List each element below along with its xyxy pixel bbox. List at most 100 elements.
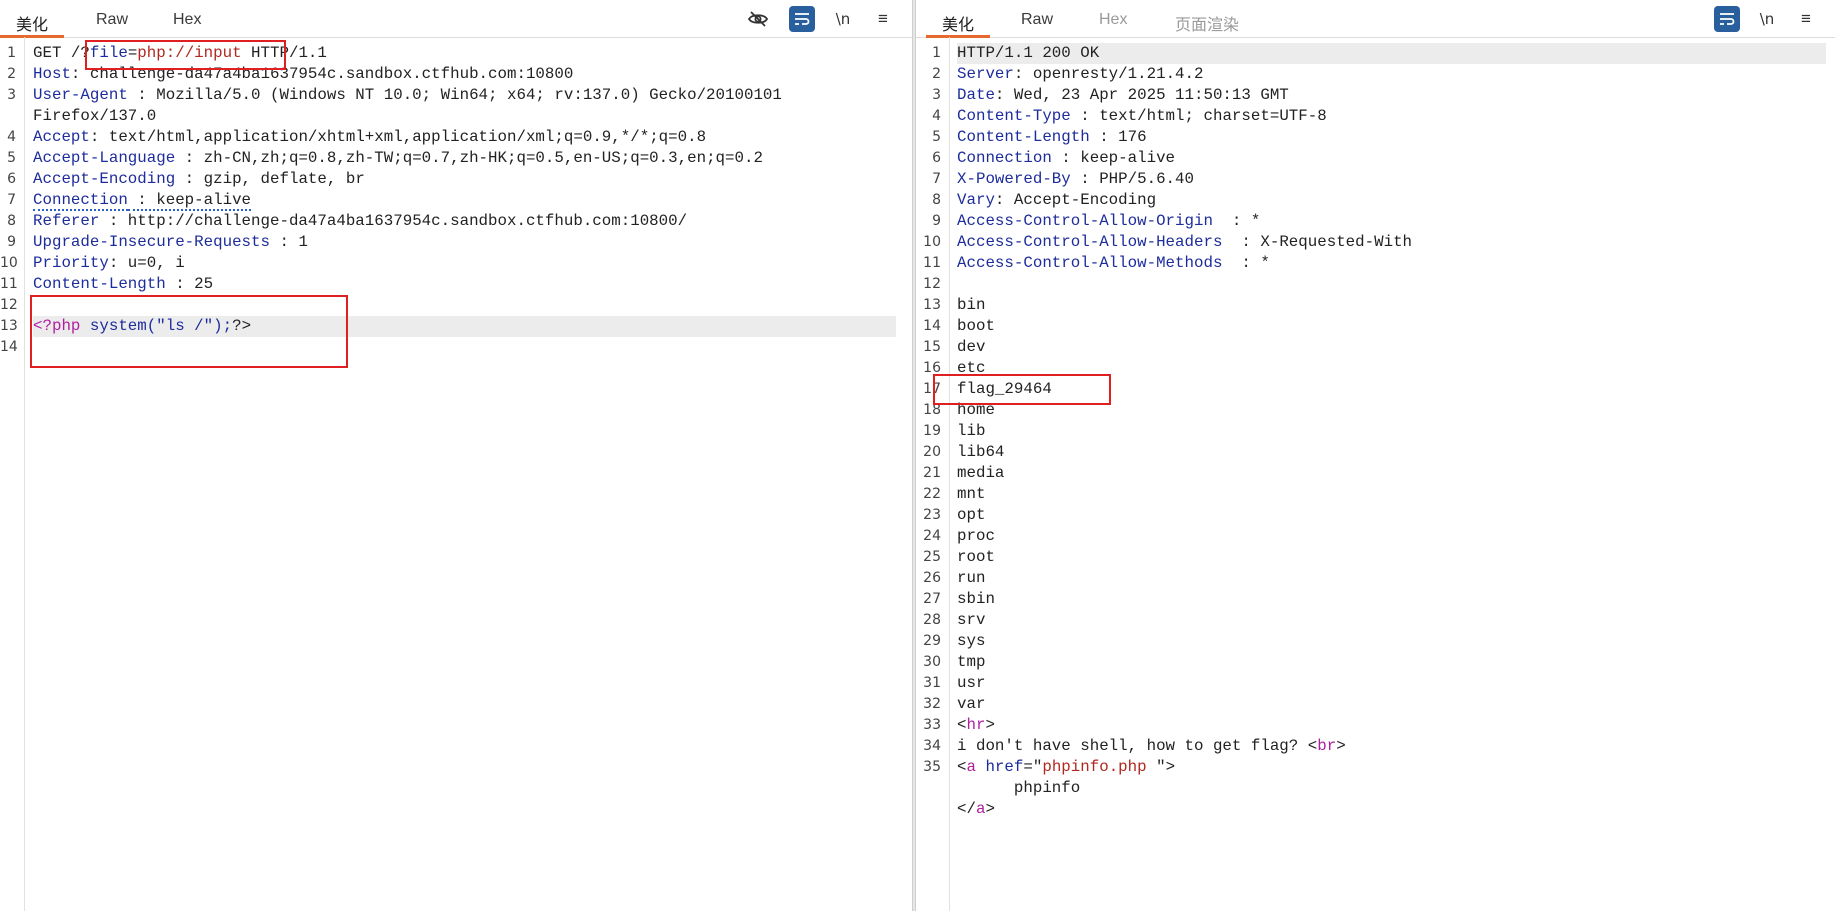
directory-name: etc <box>957 359 986 377</box>
line-number: 13 <box>923 297 941 313</box>
html-tag: hr <box>966 716 986 734</box>
header-value: : * <box>1222 254 1270 272</box>
response-header-line: Content-Length : 176 <box>957 127 1147 148</box>
directory-name: flag_29464 <box>957 380 1052 398</box>
directory-entry: mnt <box>957 484 985 505</box>
directory-name: home <box>957 401 995 419</box>
line-number: 19 <box>923 423 941 439</box>
directory-entry: sys <box>957 631 985 652</box>
directory-entry: usr <box>957 673 985 694</box>
response-tab-render[interactable]: 页面渲染 <box>1175 11 1239 35</box>
response-editor[interactable]: HTTP/1.1 200 OK Server: openresty/1.21.4.… <box>957 37 1835 911</box>
line-number: 28 <box>923 612 941 628</box>
response-tab-pretty[interactable]: 美化 <box>925 11 991 38</box>
line-number: 21 <box>923 465 941 481</box>
response-tab-hex[interactable]: Hex <box>1099 11 1127 29</box>
directory-name: usr <box>957 674 986 692</box>
line-number: 4 <box>7 129 16 145</box>
line-number: 35 <box>923 759 941 775</box>
html-punct: > <box>1336 737 1346 755</box>
directory-entry: srv <box>957 610 985 631</box>
html-line: </a> <box>957 799 995 820</box>
line-number: 17 <box>923 381 941 397</box>
header-value: : keep-alive <box>1051 149 1176 167</box>
response-header-line: Connection : keep-alive <box>957 148 1175 169</box>
status-text: HTTP/1.1 200 OK <box>957 44 1100 62</box>
directory-entry: opt <box>957 505 985 526</box>
line-number: 33 <box>923 717 941 733</box>
directory-name: media <box>957 464 1005 482</box>
request-line: GET /?file=php://input HTTP/1.1 <box>33 44 327 62</box>
line-number: 25 <box>923 549 941 565</box>
header-value: : PHP/5.6.40 <box>1070 170 1195 188</box>
line-number: 26 <box>923 570 941 586</box>
line-number: 7 <box>932 171 941 187</box>
line-number: 11 <box>0 276 18 292</box>
request-tab-hex[interactable]: Hex <box>173 11 201 29</box>
header-value: : Wed, 23 Apr 2025 11:50:13 GMT <box>994 86 1289 104</box>
line-number: 10 <box>923 234 941 250</box>
header-line: Host: challenge-da47a4ba1637954c.sandbox… <box>33 65 574 83</box>
line-number: 14 <box>0 339 18 355</box>
directory-entry: run <box>957 568 985 589</box>
response-header-line: Vary: Accept-Encoding <box>957 190 1156 211</box>
header-key: Access-Control-Allow-Headers <box>957 233 1223 251</box>
newline-icon[interactable]: \n <box>1754 6 1780 32</box>
directory-entry: bin <box>957 295 985 316</box>
line-number: 34 <box>923 738 941 754</box>
line-number: 8 <box>7 213 16 229</box>
header-line: Content-Length : 25 <box>33 275 214 293</box>
header-line: Upgrade-Insecure-Requests : 1 <box>33 233 308 251</box>
request-tab-pretty[interactable]: 美化 <box>0 11 65 38</box>
menu-icon[interactable]: ≡ <box>870 6 896 32</box>
html-punct: "> <box>1146 758 1176 776</box>
response-tab-raw[interactable]: Raw <box>1021 11 1053 29</box>
html-line: i don't have shell, how to get flag? <br… <box>957 736 1346 757</box>
directory-entry: proc <box>957 526 995 547</box>
wrap-icon[interactable] <box>1714 6 1740 32</box>
directory-name: proc <box>957 527 995 545</box>
menu-icon[interactable]: ≡ <box>1793 6 1819 32</box>
query-param-value: php://input <box>137 44 242 62</box>
line-number: 32 <box>923 696 941 712</box>
directory-name: root <box>957 548 995 566</box>
directory-entry: var <box>957 694 985 715</box>
line-number: 13 <box>0 318 18 334</box>
header-line: Accept: text/html,application/xhtml+xml,… <box>33 128 707 146</box>
directory-entry: tmp <box>957 652 985 673</box>
line-number: 14 <box>923 318 941 334</box>
request-pane: 美化 Raw Hex \n ≡ 1 2 3 4 5 6 7 8 9 10 11 … <box>0 0 913 911</box>
line-number: 3 <box>932 87 941 103</box>
line-number: 2 <box>932 66 941 82</box>
line-number: 16 <box>923 360 941 376</box>
response-gutter: 1 2 3 4 5 6 7 8 9 10 11 12 13 14 15 16 17 18 19 20 21 22 23 24 2… <box>916 37 950 911</box>
directory-name: mnt <box>957 485 986 503</box>
line-number: 24 <box>923 528 941 544</box>
line-number: 31 <box>923 675 941 691</box>
line-number: 6 <box>932 150 941 166</box>
eye-off-icon[interactable] <box>745 6 771 32</box>
directory-name: sbin <box>957 590 995 608</box>
line-number: 1 <box>7 45 16 61</box>
line-number: 30 <box>923 654 941 670</box>
line-number: 5 <box>932 129 941 145</box>
line-number: 3 <box>7 87 16 103</box>
line-number: 6 <box>7 171 16 187</box>
request-editor[interactable]: GET /?file=php://input HTTP/1.1 Host: ch… <box>33 37 913 911</box>
wrap-icon[interactable] <box>789 6 815 32</box>
html-line: <a href="phpinfo.php "> <box>957 757 1175 778</box>
directory-name: srv <box>957 611 986 629</box>
line-number: 12 <box>0 297 18 313</box>
header-value: : * <box>1212 212 1261 230</box>
line-number: 22 <box>923 486 941 502</box>
header-key: Vary <box>957 191 995 209</box>
header-key: Access-Control-Allow-Origin <box>957 212 1213 230</box>
request-tab-raw[interactable]: Raw <box>96 11 128 29</box>
newline-icon[interactable]: \n <box>830 6 856 32</box>
directory-entry: home <box>957 400 995 421</box>
header-line: Priority: u=0, i <box>33 254 185 272</box>
line-number: 29 <box>923 633 941 649</box>
header-key: Server <box>957 65 1014 83</box>
directory-entry: sbin <box>957 589 995 610</box>
line-number: 9 <box>932 213 941 229</box>
